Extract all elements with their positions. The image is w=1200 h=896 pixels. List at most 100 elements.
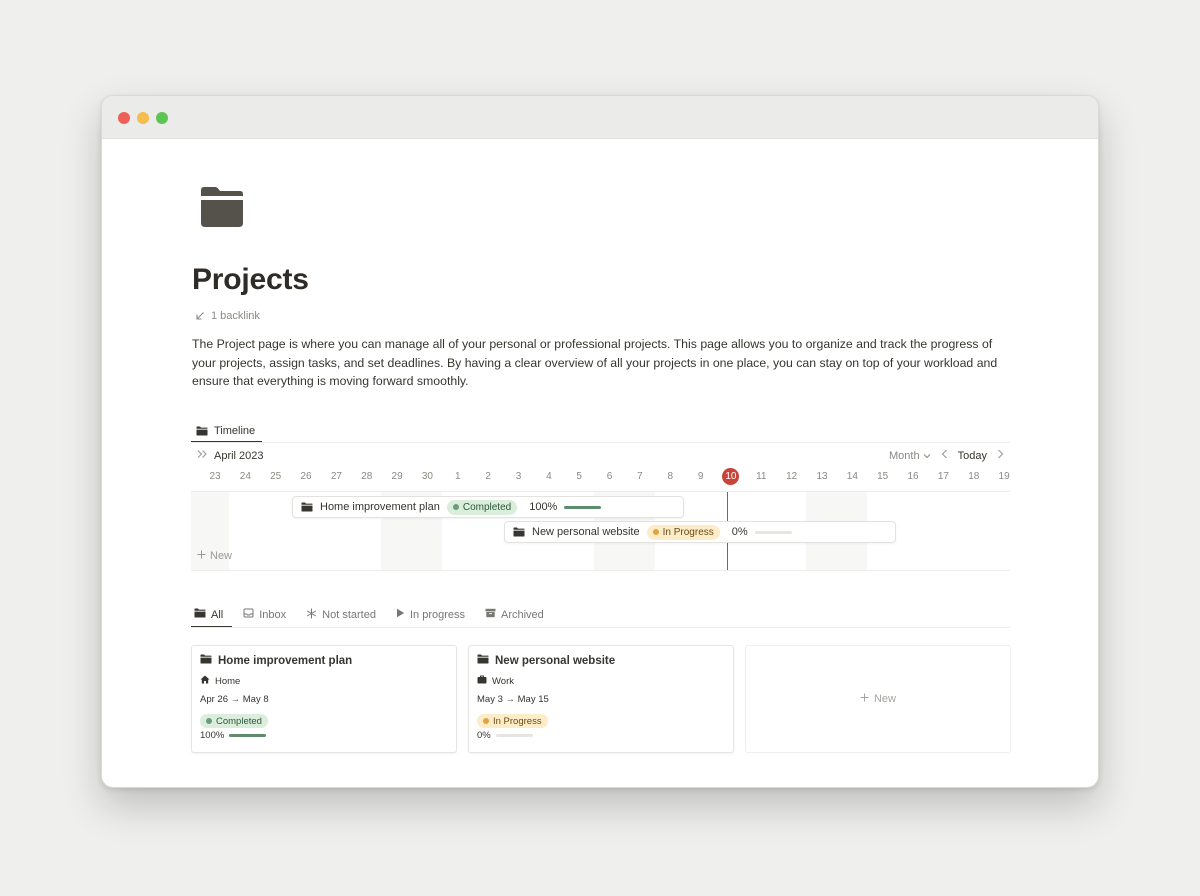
timeline-month-label: April 2023	[214, 449, 264, 462]
progress-fill	[564, 505, 602, 509]
timeline-day-row: 23 24 25 26 27 28 29 30 1 2 3 4 5 6 7 8 9 10 11 12 13 14 15 16 1…	[191, 468, 1010, 485]
status-label: In Progress	[493, 715, 542, 727]
page-title: Projects	[192, 263, 309, 296]
progress-label: 0%	[731, 526, 748, 538]
timeline-item-name: Home improvement plan	[320, 501, 440, 513]
plus-icon	[197, 550, 206, 562]
status-badge: In Progress	[477, 714, 548, 728]
timeline-day: 2	[485, 471, 491, 482]
timeline-day: 26	[300, 471, 312, 482]
timeline-header: April 2023 Month Today	[191, 449, 1010, 467]
card-dates: Apr 26 → May 8	[200, 694, 269, 705]
timeline-day: 6	[606, 471, 613, 482]
timeline-controls: Month Today	[889, 449, 1004, 462]
maximize-window-button[interactable]	[156, 112, 168, 124]
status-label: In Progress	[662, 526, 714, 538]
timeline-day: 18	[968, 471, 980, 482]
status-label: Completed	[462, 501, 512, 513]
timeline-day: 28	[361, 471, 373, 482]
card-status: In Progress	[477, 711, 548, 729]
tab-timeline-label: Timeline	[214, 424, 256, 437]
arrow-down-left-icon	[195, 311, 205, 321]
status-dot	[452, 504, 459, 510]
timeline-day: 25	[270, 471, 282, 482]
timeline-day: 14	[846, 471, 858, 482]
timeline-day: 1	[455, 471, 461, 482]
progress-label: 100%	[529, 501, 558, 513]
timeline-item-name: New personal website	[532, 526, 640, 538]
home-icon	[200, 675, 210, 687]
close-window-button[interactable]	[118, 112, 130, 124]
status-badge: In Progress	[646, 524, 720, 540]
timeline-day: 11	[756, 471, 767, 482]
zoom-select-label: Month	[889, 449, 920, 462]
card-category-label: Work	[492, 675, 514, 687]
timeline-new-button[interactable]: New	[197, 550, 232, 562]
timeline-day: 4	[546, 471, 552, 482]
minimize-window-button[interactable]	[137, 112, 149, 124]
project-card-new-website[interactable]: New personal website Work May 3 → May 15…	[468, 645, 734, 753]
tab-archived-label: Archived	[501, 608, 544, 621]
progress-bar	[564, 505, 602, 509]
card-category: Work	[477, 675, 514, 687]
tab-inbox[interactable]: Inbox	[240, 602, 289, 627]
card-category-label: Home	[215, 675, 241, 687]
timeline-day: 13	[816, 471, 828, 482]
tab-not-started[interactable]: Not started	[303, 602, 379, 627]
progress-bar	[495, 734, 533, 737]
page-content: Projects 1 backlink The Project page is …	[102, 139, 1098, 787]
card-progress: 100%	[200, 730, 267, 741]
timeline-day: 19	[998, 471, 1010, 482]
timeline-day: 9	[697, 471, 704, 482]
card-title-label: Home improvement plan	[218, 654, 353, 667]
tab-not-started-label: Not started	[322, 608, 376, 621]
app-window: Projects 1 backlink The Project page is …	[101, 95, 1099, 788]
timeline-new-label: New	[210, 550, 233, 562]
project-card-home-improvement[interactable]: Home improvement plan Home Apr 26 → May …	[191, 645, 457, 753]
next-icon[interactable]	[997, 449, 1004, 462]
gallery-divider	[191, 627, 1010, 628]
card-progress: 0%	[477, 730, 533, 741]
tab-in-progress[interactable]: In progress	[393, 602, 468, 627]
timeline-day: 17	[937, 471, 949, 482]
timeline-day: 30	[421, 471, 433, 482]
briefcase-icon	[477, 675, 487, 687]
new-card-label: New	[873, 693, 896, 705]
new-card-button[interactable]: New	[745, 645, 1011, 753]
page-description: The Project page is where you can manage…	[192, 337, 998, 389]
timeline-day: 3	[515, 471, 522, 482]
folder-icon	[301, 502, 313, 512]
progress-bar	[754, 530, 792, 534]
tab-all[interactable]: All	[191, 602, 226, 627]
play-icon	[396, 608, 405, 621]
double-chevron-right-icon[interactable]	[197, 449, 208, 462]
new-card-label-wrap: New	[746, 646, 1010, 752]
tab-timeline[interactable]: Timeline	[191, 419, 260, 442]
timeline-day: 16	[907, 471, 919, 482]
timeline-item-home-improvement[interactable]: Home improvement plan Completed 100%	[292, 496, 684, 518]
archive-icon	[485, 608, 496, 621]
timeline-day: 10	[725, 471, 737, 482]
progress-fill	[229, 734, 267, 737]
status-badge: Completed	[446, 499, 518, 515]
timeline-day: 24	[239, 471, 251, 482]
previous-icon[interactable]	[941, 449, 948, 462]
card-dates: May 3 → May 15	[477, 694, 549, 705]
timeline-item-new-website[interactable]: New personal website In Progress 0%	[504, 521, 896, 543]
status-dot	[483, 718, 489, 724]
timeline-day: 27	[330, 471, 342, 482]
progress-label: 0%	[477, 730, 491, 741]
progress-label: 100%	[200, 730, 225, 741]
zoom-select[interactable]: Month	[889, 450, 931, 462]
status-label: Completed	[216, 715, 262, 727]
timeline-grid: Home improvement plan Completed 100% New…	[191, 491, 1010, 571]
snowflake-icon	[306, 608, 317, 622]
backlink-link[interactable]: 1 backlink	[195, 310, 260, 322]
timeline-day: 12	[786, 471, 798, 482]
folder-icon	[477, 654, 489, 667]
today-button[interactable]: Today	[958, 450, 987, 462]
folder-icon	[196, 426, 208, 436]
timeline-day: 8	[667, 471, 674, 482]
tab-archived[interactable]: Archived	[482, 602, 547, 627]
folder-icon[interactable]	[199, 186, 245, 228]
